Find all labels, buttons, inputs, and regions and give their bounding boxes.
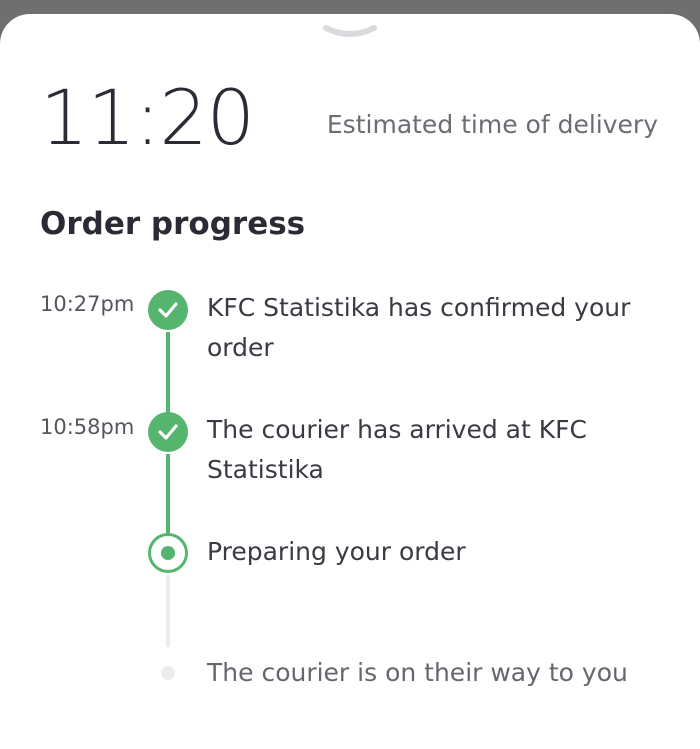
order-status-sheet: 11:20 Estimated time of delivery Order p… — [0, 14, 700, 749]
step-time: 10:27pm — [40, 292, 135, 316]
timeline-connector-pending — [166, 575, 170, 647]
radio-dot-icon — [148, 533, 188, 573]
check-circle-icon — [148, 290, 188, 330]
current-step-dot — [161, 546, 175, 560]
order-progress-title: Order progress — [40, 206, 306, 242]
step-text: The courier has arrived at KFC Statistik… — [207, 415, 587, 484]
eta-label: Estimated time of delivery — [326, 110, 658, 139]
timeline-connector-done — [166, 454, 170, 542]
step-text: Preparing your order — [207, 537, 466, 566]
check-circle-icon — [148, 412, 188, 452]
eta-time: 11:20 — [40, 73, 255, 162]
step-text: The courier is on their way to you — [207, 658, 628, 687]
step-text: KFC Statistika has confirmed your order — [207, 293, 631, 362]
chevron-down-icon[interactable] — [320, 24, 380, 46]
timeline-connector-done — [166, 332, 170, 420]
step-time: 10:58pm — [40, 415, 135, 439]
dot-icon — [161, 666, 175, 680]
